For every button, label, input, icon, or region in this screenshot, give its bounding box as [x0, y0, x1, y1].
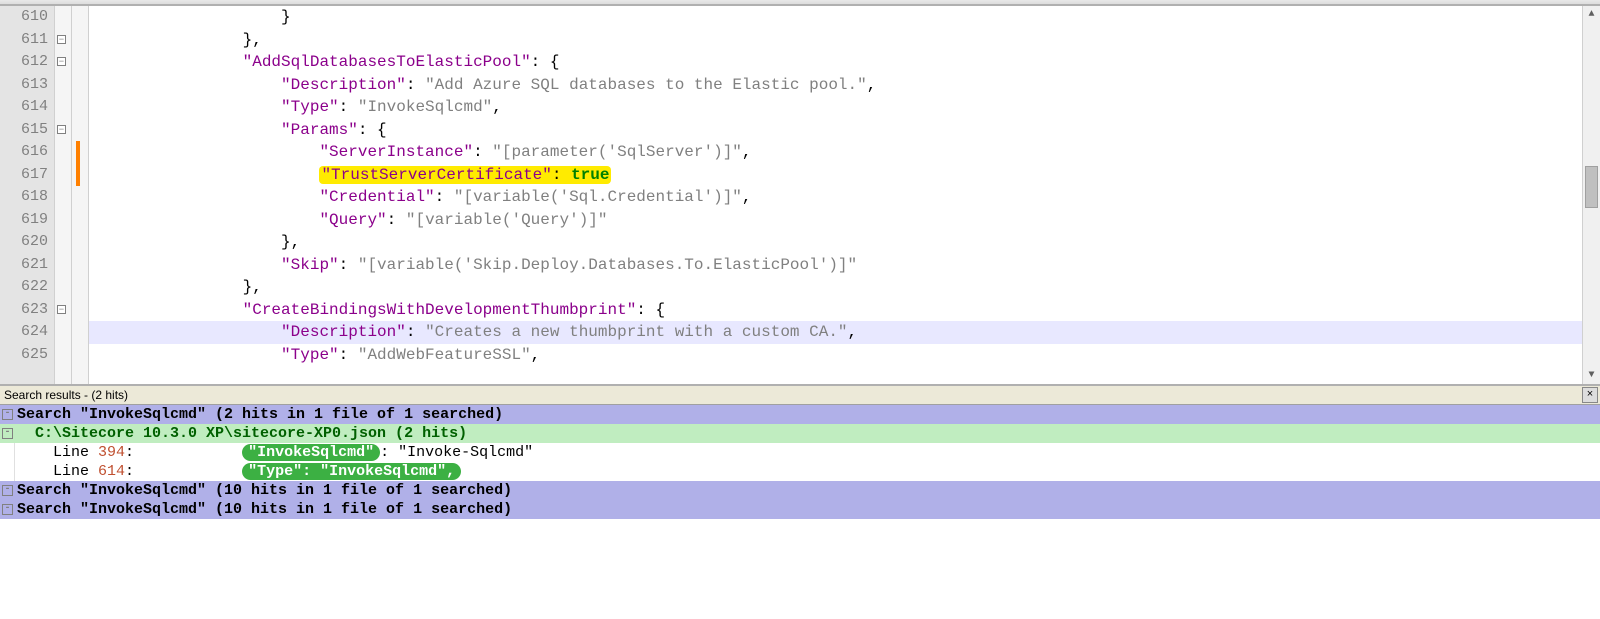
line-number: 615	[0, 119, 48, 142]
line-number: 623	[0, 299, 48, 322]
scroll-down-arrow[interactable]: ▼	[1583, 367, 1600, 384]
code-line[interactable]: "Query": "[variable('Query')]"	[89, 209, 1582, 232]
search-results-title: Search results - (2 hits)	[4, 388, 128, 402]
line-number: 622	[0, 276, 48, 299]
search-results-title-bar: Search results - (2 hits) ×	[0, 386, 1600, 405]
search-match-highlight: "Type": "InvokeSqlcmd",	[242, 463, 461, 480]
code-line[interactable]: }	[89, 6, 1582, 29]
line-number: 611	[0, 29, 48, 52]
line-number: 624	[0, 321, 48, 344]
line-number: 625	[0, 344, 48, 367]
line-number: 610	[0, 6, 48, 29]
change-marker	[76, 164, 80, 187]
code-line[interactable]: "ServerInstance": "[parameter('SqlServer…	[89, 141, 1582, 164]
fold-toggle-icon[interactable]: -	[2, 504, 13, 515]
line-number: 616	[0, 141, 48, 164]
scroll-thumb[interactable]	[1585, 166, 1598, 208]
line-number-gutter: 6106116126136146156166176186196206216226…	[0, 6, 54, 384]
change-marker	[76, 141, 80, 164]
code-line[interactable]: "Params": {	[89, 119, 1582, 142]
fold-toggle-icon[interactable]	[57, 35, 66, 44]
fold-toggle-icon[interactable]: -	[2, 485, 13, 496]
code-line[interactable]: "TrustServerCertificate": true	[89, 164, 1582, 187]
line-number: 619	[0, 209, 48, 232]
code-line[interactable]: "Description": "Creates a new thumbprint…	[89, 321, 1582, 344]
fold-toggle-icon[interactable]	[57, 57, 66, 66]
search-result-row[interactable]: -Search "InvokeSqlcmd" (10 hits in 1 fil…	[0, 481, 1600, 500]
search-result-row[interactable]: -Search "InvokeSqlcmd" (2 hits in 1 file…	[0, 405, 1600, 424]
fold-toggle-icon[interactable]: -	[2, 428, 13, 439]
search-results-pane[interactable]: -Search "InvokeSqlcmd" (2 hits in 1 file…	[0, 405, 1600, 619]
search-result-row[interactable]: - C:\Sitecore 10.3.0 XP\sitecore-XP0.jso…	[0, 424, 1600, 443]
change-gutter	[72, 6, 89, 384]
fold-gutter[interactable]	[54, 6, 72, 384]
code-area[interactable]: } }, "AddSqlDatabasesToElasticPool": { "…	[89, 6, 1582, 384]
code-line[interactable]: "Skip": "[variable('Skip.Deploy.Database…	[89, 254, 1582, 277]
fold-toggle-icon[interactable]	[57, 125, 66, 134]
line-number: 613	[0, 74, 48, 97]
code-line[interactable]: "Type": "AddWebFeatureSSL",	[89, 344, 1582, 367]
code-line[interactable]: },	[89, 276, 1582, 299]
line-number: 612	[0, 51, 48, 74]
line-number: 617	[0, 164, 48, 187]
line-number: 621	[0, 254, 48, 277]
search-result-row[interactable]: -Search "InvokeSqlcmd" (10 hits in 1 fil…	[0, 500, 1600, 519]
code-line[interactable]: "AddSqlDatabasesToElasticPool": {	[89, 51, 1582, 74]
fold-toggle-icon[interactable]: -	[2, 409, 13, 420]
scroll-up-arrow[interactable]: ▲	[1583, 6, 1600, 23]
code-line[interactable]: "CreateBindingsWithDevelopmentThumbprint…	[89, 299, 1582, 322]
code-line[interactable]: "Credential": "[variable('Sql.Credential…	[89, 186, 1582, 209]
fold-toggle-icon[interactable]	[57, 305, 66, 314]
search-match-highlight: "InvokeSqlcmd"	[242, 444, 380, 461]
search-result-row[interactable]: Line 614: "Type": "InvokeSqlcmd",	[0, 462, 1600, 481]
code-editor[interactable]: 6106116126136146156166176186196206216226…	[0, 4, 1600, 386]
line-number: 618	[0, 186, 48, 209]
code-line[interactable]: "Description": "Add Azure SQL databases …	[89, 74, 1582, 97]
close-icon[interactable]: ×	[1582, 387, 1598, 403]
search-result-row[interactable]: Line 394: "InvokeSqlcmd": "Invoke-Sqlcmd…	[0, 443, 1600, 462]
line-number: 614	[0, 96, 48, 119]
code-line[interactable]: },	[89, 231, 1582, 254]
vertical-scrollbar[interactable]: ▲ ▼	[1582, 6, 1600, 384]
code-line[interactable]: "Type": "InvokeSqlcmd",	[89, 96, 1582, 119]
line-number: 620	[0, 231, 48, 254]
highlighted-text: "TrustServerCertificate": true	[319, 166, 611, 184]
code-line[interactable]: },	[89, 29, 1582, 52]
